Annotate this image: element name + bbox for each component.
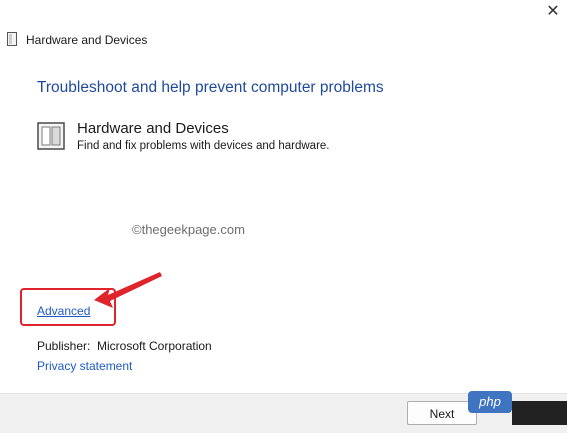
advanced-link[interactable]: Advanced (37, 304, 90, 318)
publisher-value: Microsoft Corporation (97, 339, 212, 353)
annotation-arrow-icon (94, 272, 162, 308)
troubleshooter-description: Find and fix problems with devices and h… (77, 140, 330, 152)
publisher-label: Publisher: (37, 339, 91, 353)
next-button[interactable]: Next (407, 401, 477, 425)
page-heading: Troubleshoot and help prevent computer p… (37, 79, 384, 96)
window-title: Hardware and Devices (26, 33, 148, 47)
privacy-statement-link[interactable]: Privacy statement (37, 359, 132, 373)
cancel-button[interactable] (512, 401, 567, 425)
troubleshooter-title: Hardware and Devices (77, 120, 229, 137)
close-button[interactable]: ✕ (539, 0, 567, 26)
troubleshooter-window: { "window": { "title": "Hardware and Dev… (0, 0, 567, 433)
hardware-device-icon (37, 122, 65, 150)
watermark-text: ©thegeekpage.com (132, 222, 245, 237)
php-watermark-badge: php (468, 391, 512, 413)
hardware-device-icon (7, 32, 17, 46)
